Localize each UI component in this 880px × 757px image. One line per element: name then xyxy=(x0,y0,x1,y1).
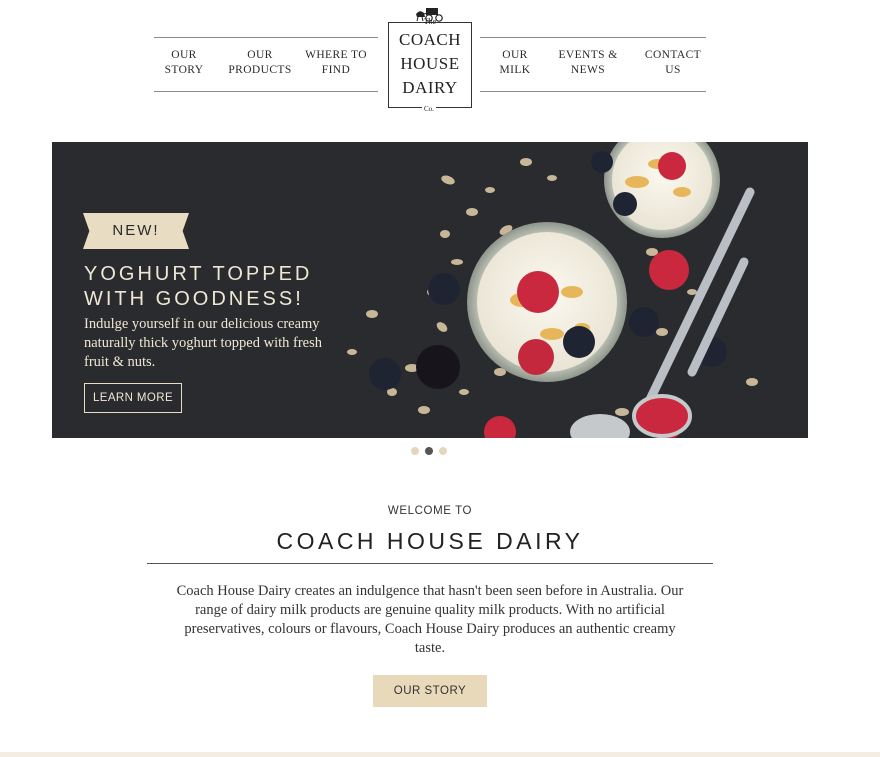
nav-where-to-find[interactable]: WHERE TO FIND xyxy=(302,48,370,78)
nav-label: US xyxy=(665,64,681,76)
carousel-dot-1[interactable] xyxy=(411,447,419,455)
nav-rule-right-top xyxy=(480,37,706,38)
nav-label: NEWS xyxy=(570,64,606,76)
nav-rule-left-bottom xyxy=(154,91,378,92)
learn-more-button[interactable]: LEARN MORE xyxy=(84,383,182,413)
nav-label: OUR xyxy=(171,49,197,61)
nav-rule-right-bottom xyxy=(480,91,706,92)
logo-the: The xyxy=(423,17,437,26)
nav-label: OUR xyxy=(247,49,273,61)
nav-our-products[interactable]: OUR PRODUCTS xyxy=(224,48,296,78)
carousel-dots xyxy=(411,447,447,455)
nav-label: WHERE TO xyxy=(305,49,367,61)
our-story-button[interactable]: OUR STORY xyxy=(373,675,487,707)
new-badge: NEW! xyxy=(83,213,189,249)
footer-band xyxy=(0,752,880,757)
hero-description: Indulge yourself in our delicious creamy… xyxy=(84,316,322,370)
nav-label: MILK xyxy=(499,64,531,76)
logo-word-dairy: DAIRY xyxy=(402,78,458,97)
welcome-title: COACH HOUSE DAIRY xyxy=(276,528,584,554)
hero-title-line1: YOGHURT TOPPED xyxy=(84,263,313,285)
carousel-dot-2[interactable] xyxy=(425,447,433,455)
hero-title-line2: WITH GOODNESS! xyxy=(84,288,304,310)
nav-our-story[interactable]: OUR STORY xyxy=(158,48,210,78)
nav-our-milk[interactable]: OUR MILK xyxy=(494,48,536,78)
nav-contact-us[interactable]: CONTACT US xyxy=(640,48,706,78)
welcome-kicker: WELCOME TO xyxy=(387,505,473,517)
nav-label: STORY xyxy=(164,64,204,76)
nav-label: CONTACT xyxy=(644,49,702,61)
logo-word-house: HOUSE xyxy=(400,54,460,73)
hero-title: YOGHURT TOPPED WITH GOODNESS! xyxy=(84,262,384,312)
logo-word-coach: COACH xyxy=(398,30,461,49)
nav-rule-left-top xyxy=(154,37,378,38)
nav-label: EVENTS & xyxy=(558,49,618,61)
logo-co: Co. xyxy=(422,105,436,113)
nav-label: FIND xyxy=(321,64,351,76)
nav-label: OUR xyxy=(502,49,528,61)
site-logo[interactable]: The COACH HOUSE DAIRY Co. xyxy=(388,8,472,113)
welcome-divider xyxy=(147,563,713,564)
hero-banner: NEW! YOGHURT TOPPED WITH GOODNESS! Indul… xyxy=(52,142,808,438)
nav-events-news[interactable]: EVENTS & NEWS xyxy=(553,48,623,78)
carousel-dot-3[interactable] xyxy=(439,447,447,455)
nav-label: PRODUCTS xyxy=(228,64,292,76)
welcome-description: Coach House Dairy creates an indulgence … xyxy=(176,583,684,656)
